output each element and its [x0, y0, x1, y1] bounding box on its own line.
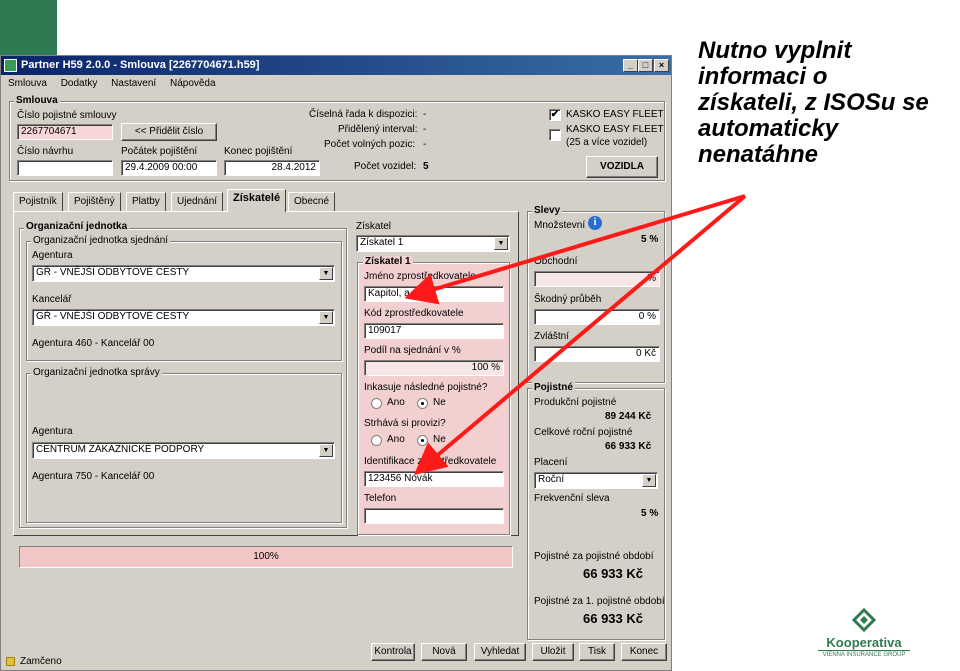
brand-tagline: VIENNA INSURANCE GROUP [818, 650, 910, 659]
annotation-line2: informaci o [698, 63, 828, 90]
annotation-line1: Nutno vyplnit [698, 37, 852, 64]
annotation-text: Nutno vyplnit informaci o získateli, z I… [698, 38, 960, 168]
arrow-to-ident [413, 194, 747, 476]
brand-name: Kooperativa [826, 635, 902, 650]
kooperativa-emblem-icon [851, 607, 877, 633]
tab-ziskatele[interactable]: Získatelé [227, 189, 287, 212]
annotation-line3: získateli, z ISOSu se [698, 89, 929, 116]
annotation-line4: automaticky [698, 115, 839, 142]
kooperativa-logo: Kooperativa VIENNA INSURANCE GROUP [818, 607, 910, 659]
arrow-to-jmeno [404, 194, 746, 305]
annotation-line5: nenatáhne [698, 141, 819, 168]
